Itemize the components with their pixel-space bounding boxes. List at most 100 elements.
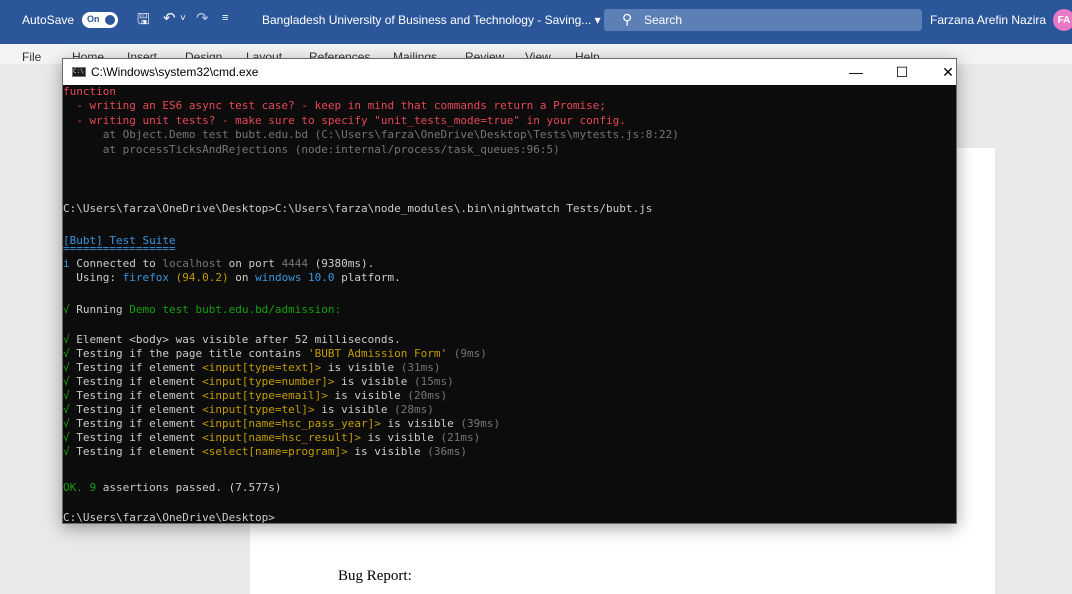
port-span: 4444: [281, 257, 309, 270]
text-span: Testing if the page title contains: [69, 347, 309, 360]
save-icon[interactable]: 🖫: [137, 9, 150, 34]
text-span: Testing if element: [69, 389, 203, 402]
minimize-button[interactable]: —: [833, 59, 879, 85]
text-span: Running: [69, 303, 130, 316]
check-line: √ Testing if element <input[type=email]>…: [63, 389, 956, 402]
close-button[interactable]: ✕: [925, 59, 971, 85]
check-mark: √: [63, 347, 70, 360]
check-line: √ Testing if element <input[type=text]> …: [63, 361, 956, 374]
tab-file[interactable]: File: [22, 50, 41, 64]
time-span: (20ms): [400, 389, 448, 402]
check-line: √ Element <body> was visible after 52 mi…: [63, 333, 956, 346]
cmd-app-icon[interactable]: C:\: [72, 67, 86, 77]
search-box[interactable]: ⚲ Search: [604, 9, 922, 31]
time-span: (21ms): [433, 431, 481, 444]
check-line: √ Testing if element <input[name=hsc_res…: [63, 431, 956, 444]
host-span: localhost: [162, 257, 222, 270]
suite-underline: =================: [63, 246, 176, 254]
version-span: (94.0.2): [168, 271, 229, 284]
test-name-span: Demo test bubt.edu.bd/admission:: [129, 303, 342, 316]
user-name[interactable]: Farzana Arefin Nazira: [930, 13, 1046, 27]
time-span: (15ms): [407, 375, 454, 388]
text-span: is visible: [334, 375, 408, 388]
output-line: function: [63, 85, 116, 98]
text-span: Element <body> was visible after 52 mill…: [69, 333, 401, 346]
text-span: Testing if element: [69, 403, 203, 416]
check-line: √ Testing if element <input[type=tel]> i…: [63, 403, 956, 416]
cmd-window[interactable]: C:\ C:\Windows\system32\cmd.exe — ☐ ✕ fu…: [62, 58, 957, 524]
output-line: i Connected to localhost on port 4444 (9…: [63, 257, 956, 270]
text-span: is visible: [321, 361, 395, 374]
selector-span: <input[type=text]>: [202, 361, 322, 374]
output-line: at Object.Demo test bubt.edu.bd (C:\User…: [63, 128, 679, 141]
cmd-output[interactable]: function - writing an ES6 async test cas…: [63, 85, 956, 523]
text-span: is visible: [327, 389, 401, 402]
check-line: √ Testing if element <select[name=progra…: [63, 445, 956, 458]
word-titlebar: AutoSave On 🖫 ↶ ˅ ↷ ≡ Bangladesh Univers…: [0, 0, 1072, 44]
check-mark: √: [63, 445, 70, 458]
autosave-state: On: [87, 14, 100, 24]
avatar[interactable]: FA: [1053, 9, 1072, 31]
check-line: √ Testing if element <input[name=hsc_pas…: [63, 417, 956, 430]
summary-line: OK. 9 assertions passed. (7.577s): [63, 481, 956, 494]
text-span: Testing if element: [69, 445, 203, 458]
ok-span: OK.: [63, 481, 83, 494]
selector-span: <input[name=hsc_result]>: [202, 431, 362, 444]
cmd-titlebar[interactable]: C:\ C:\Windows\system32\cmd.exe — ☐ ✕: [63, 59, 956, 85]
command-line: C:\Users\farza\OneDrive\Desktop>C:\Users…: [63, 202, 653, 215]
output-line: - writing unit tests? - make sure to spe…: [63, 114, 626, 127]
text-span: Using:: [63, 271, 123, 284]
selector-span: <input[type=number]>: [202, 375, 335, 388]
check-mark: √: [63, 361, 70, 374]
document-title[interactable]: Bangladesh University of Business and Te…: [262, 13, 601, 27]
output-line: at processTicksAndRejections (node:inter…: [63, 143, 560, 156]
check-mark: √: [63, 389, 70, 402]
check-mark: √: [63, 417, 70, 430]
count-span: 9: [82, 481, 97, 494]
text-span: is visible: [347, 445, 421, 458]
check-line: √ Testing if element <input[type=number]…: [63, 375, 956, 388]
check-line: √ Testing if the page title contains 'BU…: [63, 347, 956, 360]
prompt-line[interactable]: C:\Users\farza\OneDrive\Desktop>: [63, 511, 956, 523]
check-mark: √: [63, 375, 70, 388]
info-mark: i: [63, 257, 70, 270]
output-line: - writing an ES6 async test case? - keep…: [63, 99, 607, 112]
search-icon: ⚲: [622, 11, 633, 27]
text-span: Testing if element: [69, 375, 203, 388]
document-text-bug-report[interactable]: Bug Report:: [338, 568, 412, 585]
check-mark: √: [63, 431, 70, 444]
text-span: is visible: [380, 417, 454, 430]
search-placeholder: Search: [644, 13, 683, 27]
text-span: is visible: [314, 403, 388, 416]
text-span: on: [228, 271, 256, 284]
time-span: (39ms): [453, 417, 501, 430]
time-span: (31ms): [394, 361, 441, 374]
selector-span: 'BUBT Admission Form': [308, 347, 448, 360]
redo-icon[interactable]: ↷: [196, 9, 209, 27]
time-span: (28ms): [387, 403, 434, 416]
selector-span: <input[name=hsc_pass_year]>: [202, 417, 381, 430]
selector-span: <input[type=email]>: [202, 389, 328, 402]
undo-dropdown-icon[interactable]: ˅: [180, 13, 186, 24]
text-span: on port: [221, 257, 282, 270]
output-line: √ Running Demo test bubt.edu.bd/admissio…: [63, 303, 956, 316]
text-span: (9380ms).: [308, 257, 375, 270]
check-mark: √: [63, 303, 70, 316]
selector-span: <input[type=tel]>: [202, 403, 315, 416]
undo-icon[interactable]: ↶: [163, 9, 176, 27]
customize-toolbar-icon[interactable]: ≡: [222, 12, 228, 24]
check-mark: √: [63, 403, 70, 416]
browser-span: firefox: [122, 271, 169, 284]
time-span: (9ms): [447, 347, 487, 360]
check-mark: √: [63, 333, 70, 346]
toggle-knob: [105, 15, 115, 25]
output-line: Using: firefox (94.0.2) on windows 10.0 …: [63, 271, 956, 284]
maximize-button[interactable]: ☐: [879, 59, 925, 85]
text-span: assertions passed. (7.577s): [96, 481, 282, 494]
autosave-toggle[interactable]: On: [82, 12, 118, 28]
time-span: (36ms): [420, 445, 467, 458]
text-span: Testing if element: [69, 431, 203, 444]
text-span: is visible: [361, 431, 434, 444]
text-span: Connected to: [69, 257, 163, 270]
text-span: Testing if element: [69, 361, 203, 374]
